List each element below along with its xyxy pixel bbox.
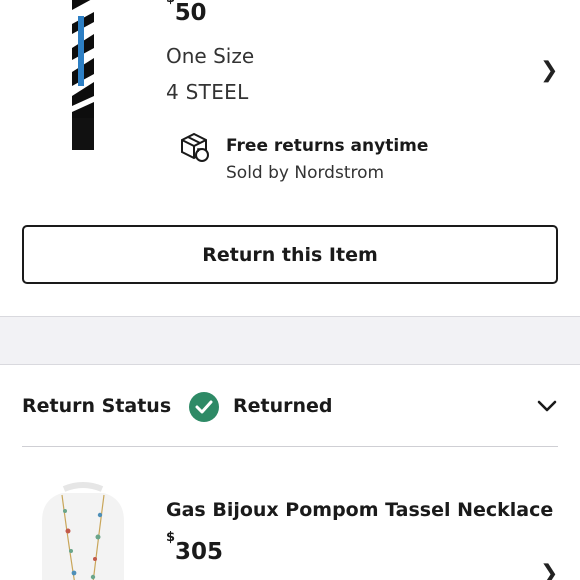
returns-box-icon <box>181 132 209 162</box>
return-status-row[interactable]: Return Status Returned <box>0 365 580 447</box>
section-divider <box>0 316 580 365</box>
chevron-right-icon[interactable]: ❯ <box>540 561 558 580</box>
check-icon <box>189 392 219 422</box>
order-item-necklace[interactable]: Gas Bijoux Pompom Tassel Necklace $305 ❯ <box>0 447 580 580</box>
chevron-down-icon[interactable] <box>536 398 558 414</box>
item-name: Gas Bijoux Pompom Tassel Necklace <box>166 499 554 521</box>
order-item-eyeliner[interactable]: $50 One Size 4 STEEL ❯ Free returns anyt… <box>0 0 580 200</box>
item-price: $305 <box>166 530 224 565</box>
chevron-right-icon[interactable]: ❯ <box>540 58 558 83</box>
return-status-label: Return Status <box>22 395 172 417</box>
item-price: $50 <box>166 0 207 26</box>
free-returns-text: Free returns anytime <box>226 136 429 156</box>
item-size: One Size <box>166 44 255 68</box>
product-image-eyeliner <box>72 0 94 150</box>
return-status-value: Returned <box>233 395 333 417</box>
item-color: 4 STEEL <box>166 80 249 104</box>
return-item-button[interactable]: Return this Item <box>22 225 558 284</box>
product-image-necklace <box>42 482 124 580</box>
sold-by-text: Sold by Nordstrom <box>226 163 385 183</box>
